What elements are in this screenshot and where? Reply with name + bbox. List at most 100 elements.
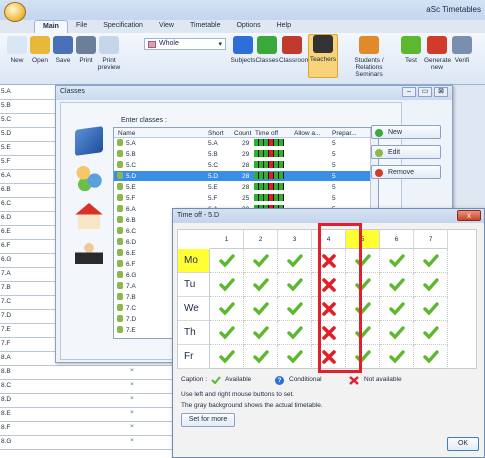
timetable-row[interactable]: 8.B × <box>0 365 172 380</box>
time-off-cell[interactable] <box>244 321 278 345</box>
time-off-cell[interactable] <box>414 297 448 321</box>
period-header[interactable]: 1 <box>210 230 244 249</box>
print-preview-button[interactable]: Print preview <box>96 36 122 71</box>
time-off-cell[interactable] <box>210 345 244 369</box>
time-off-cell[interactable] <box>380 249 414 273</box>
test-button[interactable]: Test <box>398 36 424 64</box>
tab-options[interactable]: Options <box>228 20 268 33</box>
time-off-cell[interactable] <box>414 249 448 273</box>
col-count[interactable]: Count <box>234 130 251 137</box>
close-button[interactable]: ⊠ <box>434 87 448 97</box>
time-off-cell[interactable] <box>414 273 448 297</box>
day-header[interactable]: Mo <box>178 249 210 273</box>
time-off-cell[interactable] <box>244 345 278 369</box>
close-button[interactable]: x <box>457 210 481 221</box>
teachers-button[interactable]: Teachers <box>308 34 338 78</box>
edit-button[interactable]: Edit <box>371 145 441 159</box>
verify-button[interactable]: Verifi <box>449 36 475 64</box>
time-off-cell[interactable] <box>278 249 312 273</box>
col-time-off[interactable]: Time off <box>255 130 278 137</box>
time-off-cell[interactable] <box>414 321 448 345</box>
time-off-preview <box>254 139 284 146</box>
timetable-row[interactable]: 8.E × <box>0 407 172 422</box>
classes-button[interactable]: Classes <box>254 36 280 64</box>
time-off-cell[interactable] <box>278 345 312 369</box>
maximize-button[interactable]: ▭ <box>418 87 432 97</box>
tab-specification[interactable]: Specification <box>95 20 151 33</box>
day-header[interactable]: Tu <box>178 273 210 297</box>
check-icon <box>253 302 269 316</box>
cell-short: 5.A <box>208 140 218 147</box>
subjects-button[interactable]: Subjects <box>230 36 256 64</box>
students-button[interactable]: Students / Relations Seminars <box>348 36 390 78</box>
time-off-cell[interactable] <box>210 273 244 297</box>
tab-help[interactable]: Help <box>269 20 299 33</box>
day-header[interactable]: We <box>178 297 210 321</box>
time-off-cell[interactable] <box>210 321 244 345</box>
table-row[interactable]: 5.C 5.C 28 5 <box>114 160 378 170</box>
time-off-cell[interactable] <box>244 249 278 273</box>
time-off-cell[interactable] <box>278 321 312 345</box>
legend-available: Available <box>225 376 252 383</box>
table-row[interactable]: 5.F 5.F 25 5 <box>114 193 378 203</box>
col-short[interactable]: Short <box>208 130 224 137</box>
app-menu-icon[interactable] <box>4 2 26 22</box>
time-off-cell[interactable] <box>244 297 278 321</box>
time-off-cell[interactable] <box>278 297 312 321</box>
time-off-cell[interactable] <box>380 321 414 345</box>
row-label: 5.D <box>1 130 12 137</box>
cell-count: 29 <box>242 151 250 158</box>
legend-not-available: Not available <box>364 376 402 383</box>
period-header[interactable]: 7 <box>414 230 448 249</box>
check-icon <box>389 278 405 292</box>
tab-main[interactable]: Main <box>34 20 68 33</box>
row-mark: × <box>130 409 134 416</box>
test-label: Test <box>405 57 417 64</box>
timetable-row[interactable]: 8.C × <box>0 379 172 394</box>
tab-timetable[interactable]: Timetable <box>182 20 228 33</box>
row-label: 7.F <box>1 340 11 347</box>
cell-name: 6.B <box>126 217 136 224</box>
test-icon <box>401 36 421 54</box>
timetable-row[interactable]: 8.G × <box>0 435 172 450</box>
generate-button[interactable]: Generate new <box>424 36 451 71</box>
tab-view[interactable]: View <box>151 20 182 33</box>
time-off-cell[interactable] <box>380 345 414 369</box>
minimize-button[interactable]: – <box>402 87 416 97</box>
check-icon <box>253 326 269 340</box>
class-icon <box>117 304 123 311</box>
subjects-label: Subjects <box>230 57 256 64</box>
col-name[interactable]: Name <box>118 130 135 137</box>
timetable-row[interactable]: 8.D × <box>0 393 172 408</box>
table-row[interactable]: 5.A 5.A 29 5 <box>114 138 378 148</box>
ok-button[interactable]: OK <box>447 437 479 451</box>
day-header[interactable]: Fr <box>178 345 210 369</box>
col-allow[interactable]: Allow a... <box>294 130 320 137</box>
cell-count: 28 <box>242 173 250 180</box>
tab-file[interactable]: File <box>68 20 95 33</box>
time-off-cell[interactable] <box>414 345 448 369</box>
remove-button[interactable]: Remove <box>371 165 441 179</box>
time-off-cell[interactable] <box>380 273 414 297</box>
set-for-more-button[interactable]: Set for more <box>181 413 235 427</box>
table-row[interactable]: 5.D 5.D 28 5 <box>114 171 378 181</box>
time-off-cell[interactable] <box>278 273 312 297</box>
col-prepare[interactable]: Prepar... <box>332 130 357 137</box>
row-mark: × <box>130 423 134 430</box>
table-row[interactable]: 5.B 5.B 29 5 <box>114 149 378 159</box>
timetable-row[interactable]: 8.F × <box>0 421 172 436</box>
time-off-cell[interactable] <box>210 249 244 273</box>
day-header[interactable]: Th <box>178 321 210 345</box>
check-icon <box>253 350 269 364</box>
period-header[interactable]: 3 <box>278 230 312 249</box>
time-off-cell[interactable] <box>380 297 414 321</box>
time-off-cell[interactable] <box>244 273 278 297</box>
table-row[interactable]: 5.E 5.E 28 5 <box>114 182 378 192</box>
classrooms-button[interactable]: Classrooms <box>279 36 313 64</box>
period-header[interactable]: 6 <box>380 230 414 249</box>
check-icon <box>219 278 235 292</box>
new-button[interactable]: New <box>371 125 441 139</box>
period-header[interactable]: 2 <box>244 230 278 249</box>
view-select[interactable]: Whole ▾ <box>144 38 226 50</box>
time-off-cell[interactable] <box>210 297 244 321</box>
